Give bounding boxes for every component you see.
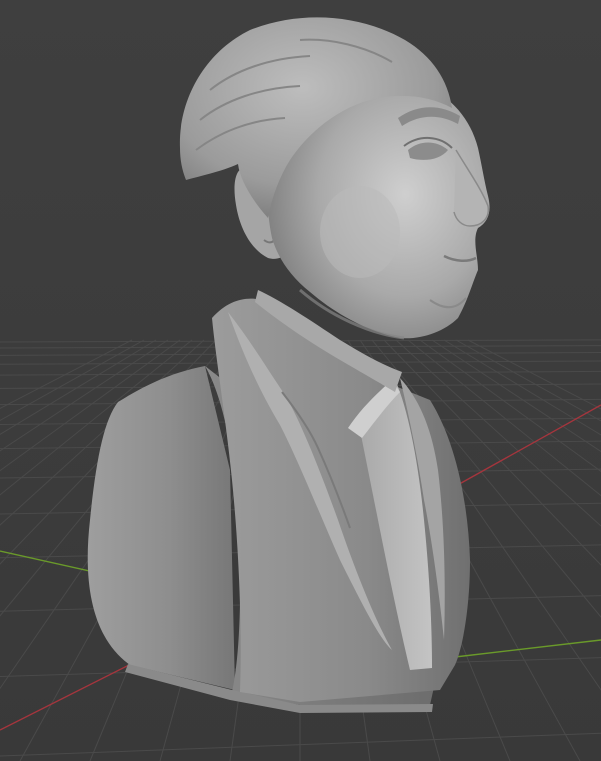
viewport-canvas[interactable]	[0, 0, 601, 761]
3d-viewport[interactable]	[0, 0, 601, 761]
cheek-highlight	[320, 186, 400, 278]
